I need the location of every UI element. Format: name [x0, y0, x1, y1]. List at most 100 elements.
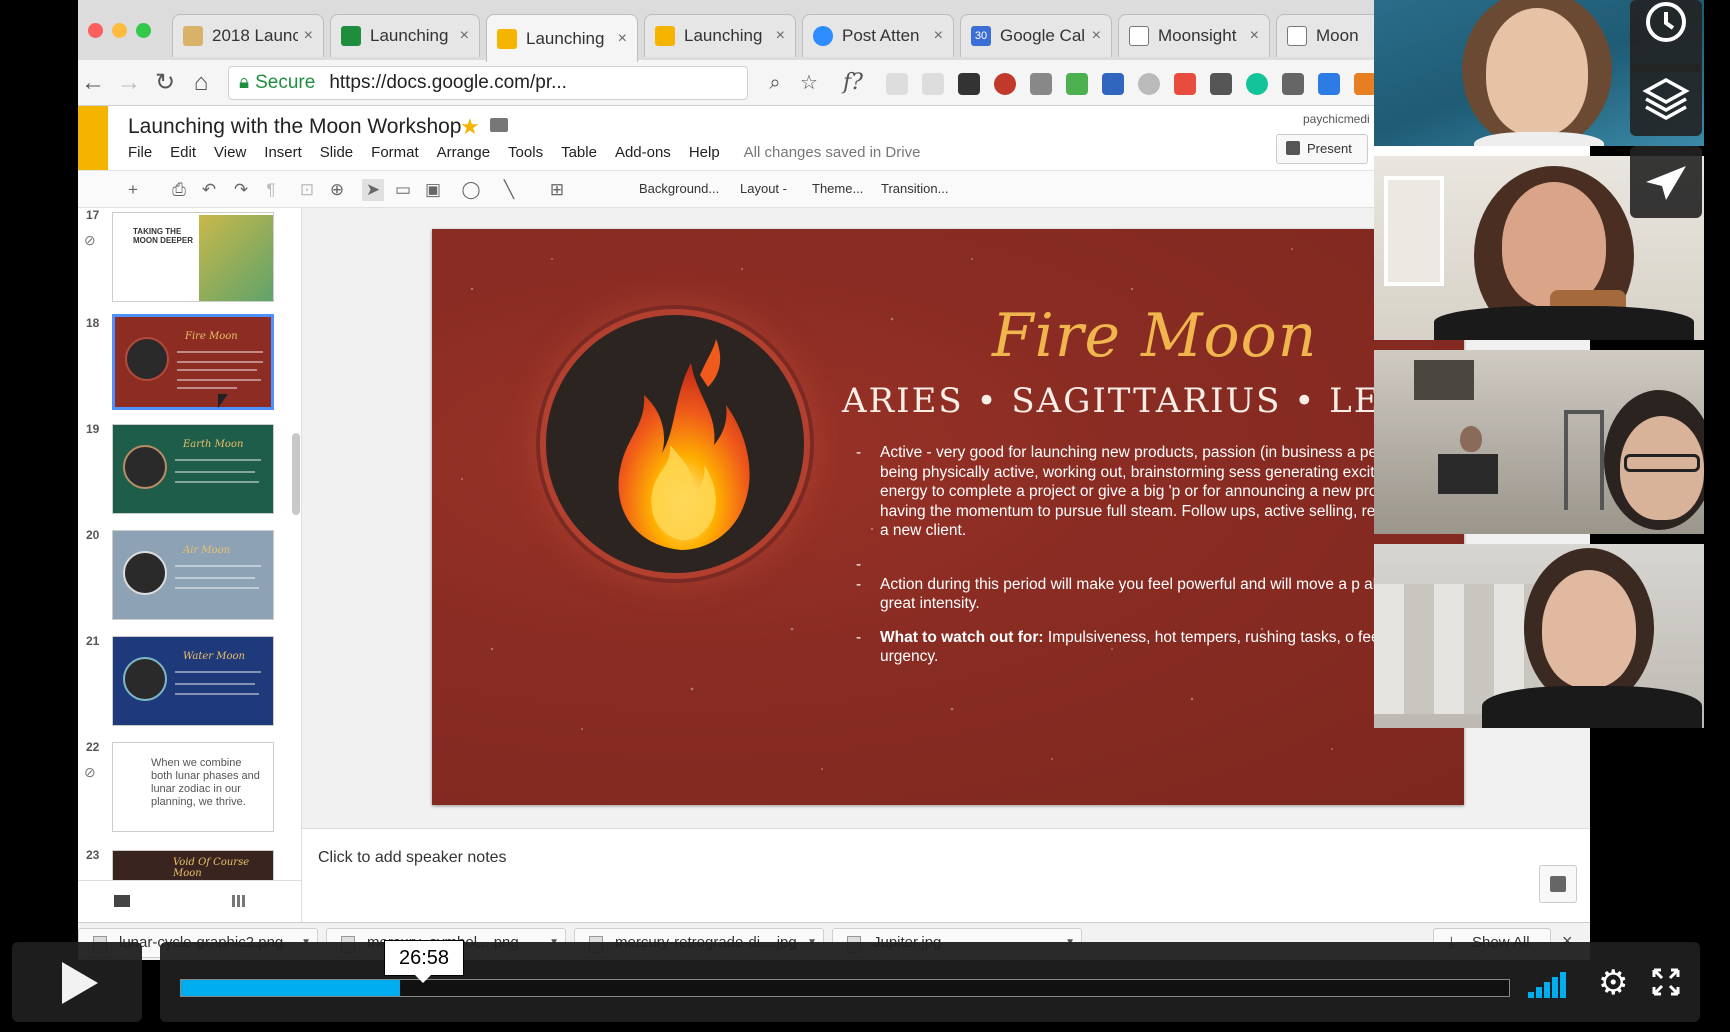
extension-icon[interactable] — [1282, 73, 1304, 95]
shape-icon[interactable]: ◯ — [460, 179, 482, 201]
present-button[interactable]: Present — [1276, 134, 1368, 164]
layout-button[interactable]: Layout - — [740, 181, 787, 196]
tab-close-icon[interactable]: × — [1250, 27, 1259, 45]
bookmark-star-icon[interactable]: ☆ — [794, 68, 824, 98]
menu-edit[interactable]: Edit — [170, 144, 196, 161]
menu-add-ons[interactable]: Add-ons — [615, 144, 671, 161]
extension-icon[interactable] — [1354, 73, 1376, 95]
redo-icon[interactable]: ↷ — [230, 179, 252, 201]
browser-tab[interactable]: Launching × — [330, 14, 480, 57]
menu-format[interactable]: Format — [371, 144, 419, 161]
settings-gear-icon[interactable]: ⚙ — [1598, 966, 1628, 1000]
menu-slide[interactable]: Slide — [320, 144, 353, 161]
tab-close-icon[interactable]: × — [934, 27, 943, 45]
menu-table[interactable]: Table — [561, 144, 597, 161]
theme-button[interactable]: Theme... — [812, 181, 863, 196]
pinterest-icon[interactable] — [1138, 73, 1160, 95]
document-title[interactable]: Launching with the Moon Workshop — [128, 115, 461, 139]
slide-thumbnail-21[interactable]: Water Moon — [112, 636, 274, 726]
grid-view-icon[interactable] — [232, 895, 246, 907]
home-icon[interactable]: ⌂ — [186, 68, 216, 98]
extension-icon[interactable] — [958, 73, 980, 95]
pocket-icon[interactable] — [1210, 73, 1232, 95]
image-icon[interactable]: ▣ — [422, 179, 444, 201]
list-view-icon[interactable] — [114, 895, 130, 907]
new-slide-icon[interactable]: + — [122, 179, 144, 201]
extension-icon[interactable] — [922, 73, 944, 95]
undo-icon[interactable]: ↶ — [198, 179, 220, 201]
text-box-icon[interactable]: ▭ — [392, 179, 414, 201]
menu-insert[interactable]: Insert — [264, 144, 302, 161]
collections-button[interactable] — [1630, 64, 1702, 136]
forward-arrow-icon[interactable]: → — [114, 68, 144, 98]
filmstrip-scrollbar[interactable] — [292, 433, 300, 515]
line-icon[interactable]: ╲ — [498, 179, 520, 201]
browser-tab[interactable]: 30 Google Cal × — [960, 14, 1112, 57]
fullscreen-icon[interactable] — [1652, 968, 1680, 996]
transition-button[interactable]: Transition... — [881, 181, 948, 196]
back-arrow-icon[interactable]: ← — [78, 68, 108, 98]
menu-view[interactable]: View — [214, 144, 246, 161]
drive-icon — [341, 26, 361, 46]
extension-icon[interactable] — [1102, 73, 1124, 95]
extension-icon[interactable] — [886, 73, 908, 95]
speaker-notes[interactable]: Click to add speaker notes — [302, 828, 1590, 922]
zoom-icon[interactable]: ⊕ — [326, 179, 348, 201]
background-button[interactable]: Background... — [639, 181, 719, 196]
extension-icon[interactable] — [1174, 73, 1196, 95]
slide-thumbnail-20[interactable]: Air Moon — [112, 530, 274, 620]
slide-thumbnail-19[interactable]: Earth Moon — [112, 424, 274, 514]
tab-close-icon[interactable]: × — [460, 27, 469, 45]
slide-thumbnail-18[interactable]: Fire Moon — [112, 314, 274, 410]
search-icon[interactable]: ⌕ — [760, 68, 790, 98]
speaker-notes-placeholder[interactable]: Click to add speaker notes — [318, 849, 507, 867]
slide-thumbnail-17[interactable]: TAKING THE MOON DEEPER — [112, 212, 274, 302]
formula-extension-icon[interactable]: f? — [838, 68, 868, 98]
extension-icon[interactable] — [1318, 73, 1340, 95]
watch-later-button[interactable] — [1630, 0, 1702, 72]
share-button[interactable] — [1630, 146, 1702, 218]
menu-help[interactable]: Help — [689, 144, 720, 161]
menu-arrange[interactable]: Arrange — [437, 144, 490, 161]
extension-icon[interactable] — [994, 73, 1016, 95]
print-icon[interactable]: ⎙ — [168, 179, 190, 201]
key-icon[interactable] — [1030, 73, 1052, 95]
account-name[interactable]: paychicmedi — [1303, 112, 1370, 126]
slides-logo-icon[interactable] — [78, 106, 108, 170]
reload-icon[interactable]: ↻ — [150, 68, 180, 98]
star-icon[interactable]: ★ — [460, 114, 480, 140]
browser-tab-active[interactable]: Launching × — [486, 14, 638, 62]
tab-close-icon[interactable]: × — [1092, 27, 1101, 45]
slide-18[interactable]: Fire Moon ARIES • SAGITTARIUS • LEO - Act… — [432, 229, 1464, 805]
maximize-window-button[interactable] — [136, 23, 151, 38]
menu-file[interactable]: File — [128, 144, 152, 161]
volume-icon[interactable] — [1528, 970, 1576, 998]
select-cursor-icon[interactable]: ➤ — [362, 179, 384, 201]
progress-bar[interactable] — [180, 979, 1510, 997]
video-player[interactable]: 2018 Launc × Launching × Launching × Lau… — [0, 0, 1730, 1032]
tab-close-icon[interactable]: × — [304, 27, 313, 45]
link-icon: ⊘ — [84, 232, 96, 248]
comment-icon[interactable]: ⊞ — [546, 179, 568, 201]
folder-icon[interactable] — [490, 118, 508, 132]
fit-icon[interactable]: ⊡ — [296, 179, 318, 201]
slide-number: 18 — [86, 316, 100, 330]
browser-tab[interactable]: Moonsight × — [1118, 14, 1270, 57]
tab-close-icon[interactable]: × — [618, 30, 627, 48]
close-window-button[interactable] — [88, 23, 103, 38]
play-button[interactable] — [12, 942, 142, 1022]
paint-format-icon[interactable]: ¶ — [260, 179, 282, 201]
grammarly-icon[interactable] — [1246, 73, 1268, 95]
browser-tab[interactable]: Launching × — [644, 14, 796, 57]
slide-thumbnail-22[interactable]: When we combine both lunar phases and lu… — [112, 742, 274, 832]
extension-icon[interactable] — [1066, 73, 1088, 95]
explore-button[interactable] — [1539, 865, 1577, 903]
slide-thumbnail-23[interactable]: Void Of Course Moon — [112, 850, 274, 880]
menu-tools[interactable]: Tools — [508, 144, 543, 161]
url-field[interactable]: 🔒︎ Secure https://docs.google.com/pr... — [228, 66, 748, 100]
browser-tab[interactable]: Post Atten × — [802, 14, 954, 57]
browser-tab[interactable]: 2018 Launc × — [172, 14, 324, 57]
tab-close-icon[interactable]: × — [776, 27, 785, 45]
url-text: https://docs.google.com/pr... — [329, 72, 567, 93]
minimize-window-button[interactable] — [112, 23, 127, 38]
